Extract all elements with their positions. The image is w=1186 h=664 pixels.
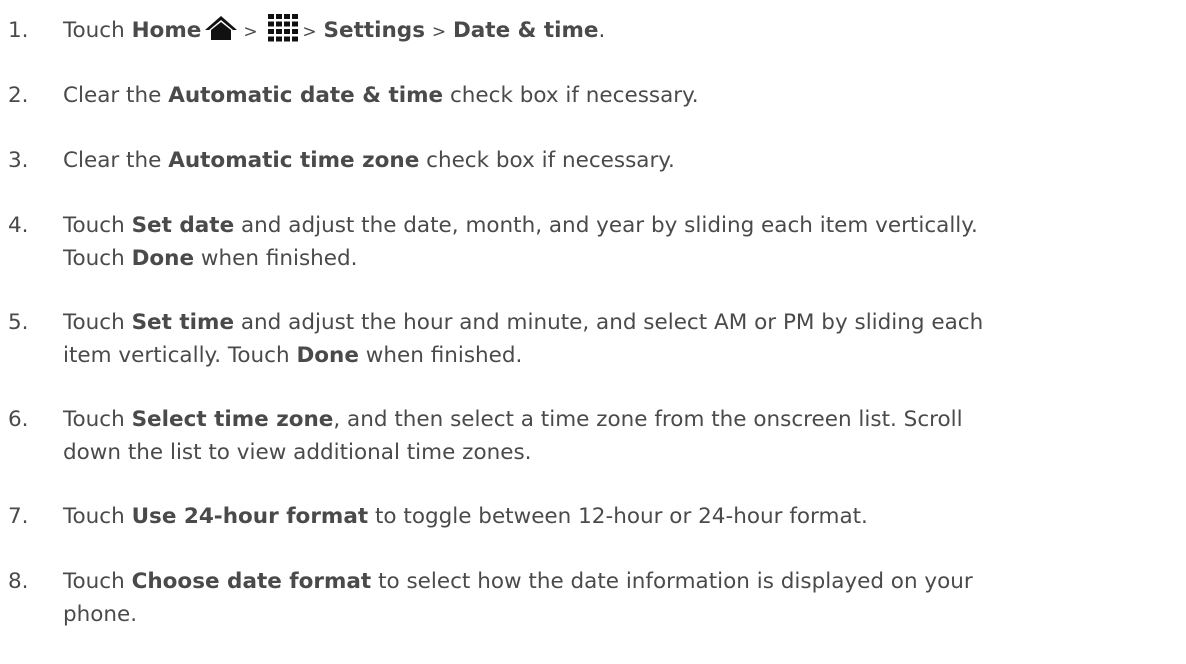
step-word: Touch <box>63 18 125 43</box>
separator: > <box>302 22 317 42</box>
step-text-pre: Clear the <box>63 83 162 108</box>
step-number: 7. <box>8 504 29 529</box>
step-number: 6. <box>8 407 29 432</box>
settings-label: Settings <box>323 18 426 43</box>
step-bold: Use 24-hour format <box>131 504 369 529</box>
step-text-post: to select how the date information is di… <box>378 569 973 594</box>
step-number: 3. <box>8 148 29 173</box>
step-text-post: when finished. <box>365 343 523 368</box>
step-text-pre: item vertically. Touch <box>63 343 290 368</box>
step-text: Touch Use 24-hour format to toggle betwe… <box>63 500 1178 533</box>
step-number: 4. <box>8 213 29 238</box>
step-text: Clear the Automatic date & time check bo… <box>63 79 1178 112</box>
step-text: Touch Set date and adjust the date, mont… <box>63 209 1178 275</box>
step-text-post: and adjust the date, month, and year by … <box>241 213 978 238</box>
step-text-pre: Clear the <box>63 148 162 173</box>
step-bold: Automatic date & time <box>168 83 444 108</box>
apps-grid-icon <box>268 14 299 42</box>
step-bold: Set time <box>131 310 235 335</box>
separator: > <box>431 22 447 42</box>
step-text: Touch Select time zone, and then select … <box>63 403 1178 469</box>
home-icon <box>205 16 238 40</box>
step-text: Touch Home > > Settings > Date & time. <box>63 14 1178 49</box>
step-text-line2: phone. <box>63 602 138 627</box>
step-bold: Automatic time zone <box>168 148 420 173</box>
step-text: Clear the Automatic time zone check box … <box>63 144 1178 177</box>
step-text-pre: Touch <box>63 213 125 238</box>
period: . <box>598 18 606 43</box>
step-number: 5. <box>8 310 29 335</box>
step-text-post: , and then select a time zone from the o… <box>333 407 963 432</box>
step-bold: Done <box>131 246 195 271</box>
step-text-pre: Touch <box>63 504 125 529</box>
home-label: Home <box>131 18 202 43</box>
step-bold: Done <box>296 343 359 368</box>
step-bold: Select time zone <box>131 407 334 432</box>
step-text: Touch Choose date format to select how t… <box>63 565 1178 631</box>
step-text-pre: Touch <box>63 407 125 432</box>
step-text: Touch Set time and adjust the hour and m… <box>63 306 1178 372</box>
step-text-post: when finished. <box>200 246 358 271</box>
step-bold: Set date <box>131 213 235 238</box>
step-text-post: check box if necessary. <box>449 83 699 108</box>
step-text-post: check box if necessary. <box>426 148 675 173</box>
step-number: 8. <box>8 569 29 594</box>
step-text-line2: down the list to view additional time zo… <box>63 440 532 465</box>
step-text-post: and adjust the hour and minute, and sele… <box>240 310 984 335</box>
date-time-label: Date & time <box>452 18 599 43</box>
step-number: 2. <box>8 83 29 108</box>
separator: > <box>243 22 258 42</box>
step-text-pre: Touch <box>63 310 125 335</box>
step-text-post: to toggle between 12-hour or 24-hour for… <box>374 504 868 529</box>
step-text-pre: Touch <box>63 569 125 594</box>
step-bold: Choose date format <box>131 569 372 594</box>
step-number: 1. <box>8 18 29 43</box>
step-text-pre: Touch <box>63 246 125 271</box>
